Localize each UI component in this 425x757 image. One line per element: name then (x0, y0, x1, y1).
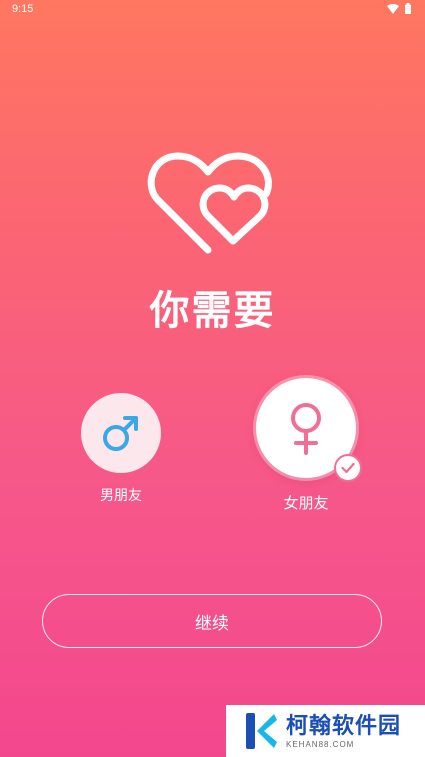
page-title: 你需要 (149, 288, 276, 334)
male-symbol-icon (103, 416, 138, 451)
boyfriend-label: 男朋友 (100, 488, 142, 504)
watermark-domain: KEHAN88.COM (286, 739, 355, 749)
girlfriend-label: 女朋友 (283, 494, 329, 512)
watermark: 柯翰软件园 KEHAN88.COM (226, 705, 425, 757)
selected-check-badge (334, 454, 362, 482)
status-bar: 9:15 (0, 0, 425, 20)
status-time: 9:15 (12, 3, 34, 15)
watermark-name: 柯翰软件园 (286, 713, 402, 739)
option-boyfriend[interactable]: 男朋友 (80, 393, 162, 505)
check-icon (341, 462, 355, 474)
status-icons (387, 3, 411, 14)
battery-icon (405, 3, 411, 14)
boyfriend-circle[interactable] (81, 393, 161, 473)
female-symbol-icon (291, 403, 321, 455)
double-heart-icon (147, 152, 272, 254)
kehan-logo-icon (246, 713, 277, 749)
continue-button[interactable]: 继续 (42, 594, 382, 648)
wifi-icon (387, 3, 399, 14)
option-girlfriend[interactable]: 女朋友 (253, 378, 362, 513)
girlfriend-circle[interactable] (256, 378, 362, 482)
